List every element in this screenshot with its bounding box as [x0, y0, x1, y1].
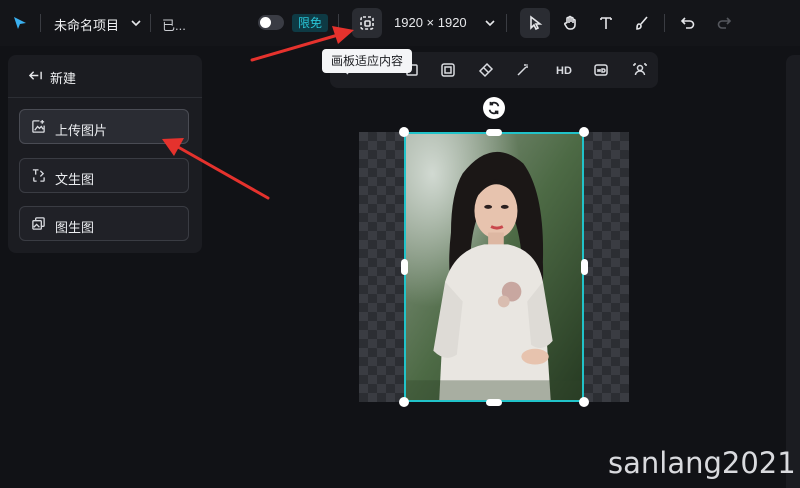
image-to-image-button[interactable]: 图生图: [19, 206, 189, 241]
resize-handle-bottom[interactable]: [486, 399, 502, 406]
back-arrow-icon[interactable]: [28, 68, 43, 83]
divider: [338, 14, 339, 32]
divider: [150, 14, 151, 32]
hd-upscale-icon[interactable]: [593, 62, 609, 83]
rotate-handle[interactable]: [483, 97, 505, 119]
text-tool-icon[interactable]: [592, 9, 620, 37]
panel-title: 新建: [50, 71, 77, 86]
brush-tool-icon[interactable]: [628, 9, 656, 37]
free-badge: 限免: [292, 14, 329, 32]
rotate-icon: [488, 101, 500, 115]
panel-header[interactable]: 新建: [8, 55, 202, 98]
project-name[interactable]: 未命名项目: [54, 15, 119, 34]
resize-handle-right[interactable]: [581, 259, 588, 275]
resize-handle-top-right[interactable]: [579, 127, 589, 137]
text-to-image-button[interactable]: 文生图: [19, 158, 189, 193]
menu-item-label: 上传图片: [55, 123, 108, 138]
magic-wand-icon[interactable]: [515, 62, 531, 83]
chevron-down-icon[interactable]: [476, 9, 504, 37]
crop-icon[interactable]: [440, 62, 456, 83]
fit-canvas-button[interactable]: [352, 8, 382, 38]
upload-image-button[interactable]: 上传图片: [19, 109, 189, 144]
select-tool-button[interactable]: [520, 8, 550, 38]
divider: [506, 14, 507, 32]
menu-item-label: 图生图: [55, 220, 95, 235]
app-logo-icon[interactable]: [6, 9, 34, 37]
redo-icon[interactable]: [710, 9, 738, 37]
upload-image-icon: [32, 119, 45, 133]
hd-button-label[interactable]: HD: [556, 65, 572, 77]
portrait-image: [406, 134, 582, 400]
portrait-icon[interactable]: [632, 62, 648, 83]
save-status: 已...: [162, 18, 186, 33]
resize-handle-top-left[interactable]: [399, 127, 409, 137]
image-to-image-icon: [32, 217, 45, 230]
divider: [40, 14, 41, 32]
toggle-knob: [260, 17, 271, 28]
menu-item-label: 文生图: [55, 172, 95, 187]
watermark: sanlang2021: [608, 446, 796, 480]
resize-handle-top[interactable]: [486, 129, 502, 136]
fit-canvas-tooltip: 画板适应内容: [322, 49, 412, 73]
resize-handle-left[interactable]: [401, 259, 408, 275]
text-to-image-icon: [32, 169, 45, 182]
free-mode-toggle[interactable]: [258, 15, 284, 30]
undo-icon[interactable]: [674, 9, 702, 37]
create-panel: 新建 上传图片 文生图 图生图: [8, 55, 202, 253]
chevron-down-icon[interactable]: [122, 9, 150, 37]
hand-tool-icon[interactable]: [556, 9, 584, 37]
resize-handle-bottom-left[interactable]: [399, 397, 409, 407]
divider: [664, 14, 665, 32]
right-panel-edge: [786, 55, 800, 488]
portrait-photo[interactable]: [404, 132, 584, 402]
resize-handle-bottom-right[interactable]: [579, 397, 589, 407]
eraser-icon[interactable]: [478, 62, 494, 83]
canvas-size-label[interactable]: 1920 × 1920: [394, 15, 467, 30]
